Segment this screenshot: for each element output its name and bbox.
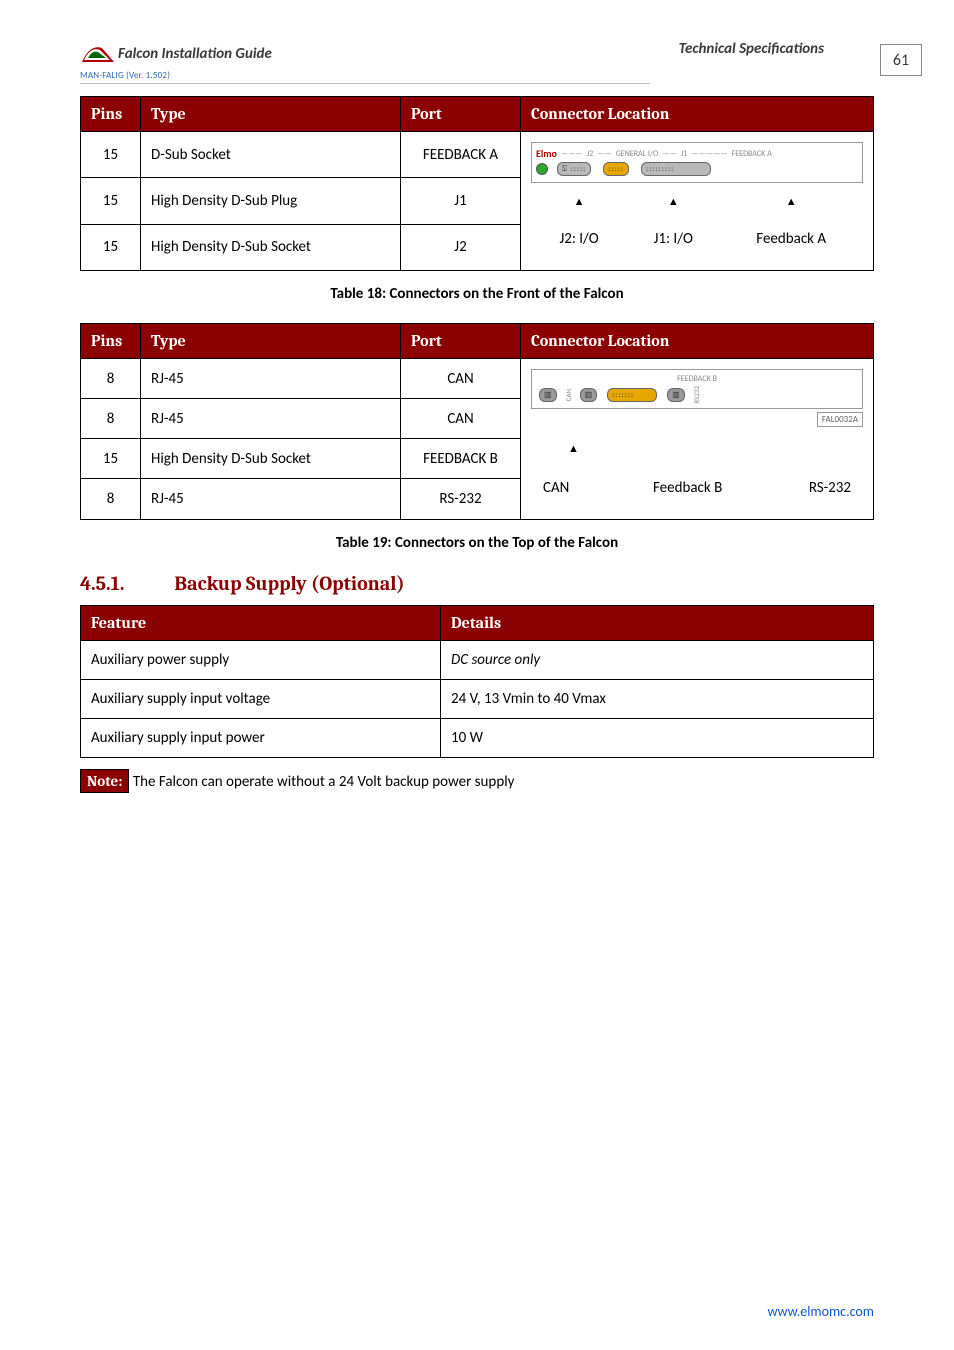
strip-label-general-io: GENERAL I/O [616, 149, 659, 159]
fal-code-label: FAL0032A [817, 412, 863, 427]
page-header: Falcon Installation Guide Technical Spec… [80, 40, 874, 68]
diagram-label-feedback-b: Feedback B [616, 469, 759, 507]
table-a-caption: Table 18: Connectors on the Front of the… [80, 285, 874, 303]
col-details: Details [441, 605, 874, 640]
table-b-caption: Table 19: Connectors on the Top of the F… [80, 534, 874, 552]
cell-type: RJ-45 [141, 399, 401, 439]
spec-title: Technical Specifications [679, 40, 824, 58]
cell-pins: 15 [81, 132, 141, 178]
cell-port: J1 [401, 178, 521, 224]
rj45-port-icon: ▥ [667, 388, 685, 402]
note-text: The Falcon can operate without a 24 Volt… [133, 773, 515, 791]
cell-pins: 15 [81, 224, 141, 270]
col-connector-location: Connector Location [521, 97, 874, 132]
note-block: Note: The Falcon can operate without a 2… [80, 772, 874, 791]
arrow-up-icon [627, 185, 719, 218]
table-row: Auxiliary supply input voltage 24 V, 13 … [81, 679, 874, 718]
header-rule [80, 83, 650, 84]
cell-feature: Auxiliary power supply [81, 640, 441, 679]
cell-type: High Density D-Sub Plug [141, 178, 401, 224]
dsub-port-icon: ::::: [603, 162, 629, 176]
cell-port: CAN [401, 359, 521, 399]
diagram-label-rs232: RS-232 [761, 469, 861, 507]
diagram-label-feedback-a: Feedback A [721, 220, 861, 258]
footer-link[interactable]: www.elmomc.com [767, 1303, 874, 1320]
table-header-row: Feature Details [81, 605, 874, 640]
dsub-port-icon: ⍂ ::::: [557, 162, 591, 176]
logo-title-group: Falcon Installation Guide [80, 40, 272, 68]
table-header-row: Pins Type Port Connector Location [81, 324, 874, 359]
cell-type: RJ-45 [141, 479, 401, 519]
strip-label-j1: J1 [681, 149, 688, 159]
col-pins: Pins [81, 97, 141, 132]
col-feature: Feature [81, 605, 441, 640]
table-row: 8 RJ-45 CAN FEEDBACK B ▥ CAN ▥ ::::::: ▥… [81, 359, 874, 399]
col-type: Type [141, 97, 401, 132]
cell-details: 24 V, 13 Vmin to 40 Vmax [441, 679, 874, 718]
version-line: MAN-FALIG (Ver. 1.502) [80, 70, 874, 81]
diagram-label-j1io: J1: I/O [627, 220, 719, 258]
cell-type: High Density D-Sub Socket [141, 224, 401, 270]
col-pins: Pins [81, 324, 141, 359]
strip-label-j2: J2 [587, 149, 594, 159]
diagram-label-j2io: J2: I/O [533, 220, 625, 258]
cell-port: FEEDBACK A [401, 132, 521, 178]
elmo-brand-text: Elmo [536, 147, 557, 160]
connectors-top-table: Pins Type Port Connector Location 8 RJ-4… [80, 323, 874, 520]
cell-details: DC source only [441, 640, 874, 679]
doc-title: Falcon Installation Guide [118, 45, 272, 63]
cell-pins: 8 [81, 359, 141, 399]
page-number-badge: 61 [880, 44, 922, 76]
cell-pins: 15 [81, 439, 141, 479]
cell-feature: Auxiliary supply input voltage [81, 679, 441, 718]
table-row: 15 D-Sub Socket FEEDBACK A Elmo ——— J2 —… [81, 132, 874, 178]
cell-port: RS-232 [401, 479, 521, 519]
cell-port: J2 [401, 224, 521, 270]
note-tag: Note: [80, 769, 129, 793]
table-row: Auxiliary power supply DC source only [81, 640, 874, 679]
rj45-port-icon: ▥ [539, 388, 557, 402]
diagram-label-can: CAN [533, 469, 614, 507]
cell-pins: 8 [81, 479, 141, 519]
cell-pins: 8 [81, 399, 141, 439]
cell-type: RJ-45 [141, 359, 401, 399]
connectors-front-table: Pins Type Port Connector Location 15 D-S… [80, 96, 874, 271]
dsub-port-icon: ::::::: [607, 388, 657, 402]
col-port: Port [401, 97, 521, 132]
dsub-port-icon: ::::::::: [641, 162, 711, 176]
can-vertical-label: CAN [564, 389, 573, 401]
col-port: Port [401, 324, 521, 359]
table-row: Auxiliary supply input power 10 W [81, 718, 874, 757]
arrow-up-icon [721, 185, 861, 218]
section-number: 4.5.1. [80, 572, 170, 595]
cell-pins: 15 [81, 178, 141, 224]
led-icon [536, 163, 548, 175]
connector-front-diagram: Elmo ——— J2 —— GENERAL I/O —— J1 ————— F… [521, 132, 874, 271]
connector-top-diagram: FEEDBACK B ▥ CAN ▥ ::::::: ▥ RS232 FAL00… [521, 359, 874, 520]
cell-type: D-Sub Socket [141, 132, 401, 178]
cell-port: FEEDBACK B [401, 439, 521, 479]
strip-label-feedback-b: FEEDBACK B [536, 374, 858, 384]
cell-feature: Auxiliary supply input power [81, 718, 441, 757]
section-title: Backup Supply (Optional) [174, 572, 404, 595]
elmo-logo-icon [80, 40, 116, 68]
col-connector-location: Connector Location [521, 324, 874, 359]
strip-label-feedback-a: FEEDBACK A [732, 149, 772, 159]
cell-details: 10 W [441, 718, 874, 757]
backup-supply-table: Feature Details Auxiliary power supply D… [80, 605, 874, 758]
rj45-port-icon: ▥ [580, 388, 598, 402]
cell-port: CAN [401, 399, 521, 439]
col-type: Type [141, 324, 401, 359]
cell-type: High Density D-Sub Socket [141, 439, 401, 479]
section-heading: 4.5.1. Backup Supply (Optional) [80, 572, 874, 595]
table-header-row: Pins Type Port Connector Location [81, 97, 874, 132]
arrow-up-icon [533, 185, 625, 218]
rs232-vertical-label: RS232 [692, 386, 701, 404]
